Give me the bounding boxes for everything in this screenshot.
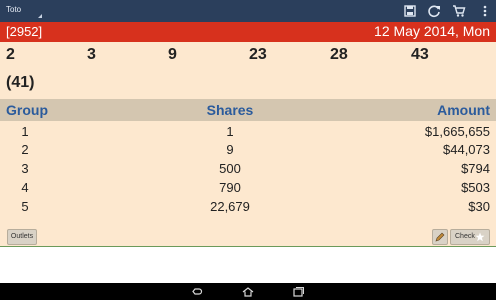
edit-button[interactable]: [432, 229, 448, 245]
cell-group: 3: [21, 161, 29, 176]
table-row: 3 500 $794: [0, 160, 496, 178]
draw-date: 12 May 2014, Mon: [374, 23, 490, 39]
check-button-label: Check: [455, 233, 475, 240]
cell-amount: $1,665,655: [424, 124, 490, 139]
pencil-icon: [435, 232, 445, 242]
header-amount: Amount: [437, 102, 490, 118]
check-button[interactable]: Check: [450, 229, 490, 245]
cell-group: 1: [21, 124, 29, 139]
table-row: 4 790 $503: [0, 179, 496, 197]
header-group: Group: [6, 102, 48, 118]
divider: [0, 246, 496, 247]
action-bar: [0, 0, 496, 22]
cell-shares: 9: [226, 142, 234, 157]
app-title[interactable]: Toto: [6, 5, 21, 14]
draw-number: [2952]: [6, 24, 43, 39]
cell-shares: 790: [219, 180, 241, 195]
cell-shares: 500: [219, 161, 241, 176]
table-row: 5 22,679 $30: [0, 198, 496, 216]
winning-number: 3: [87, 46, 96, 63]
refresh-icon[interactable]: [426, 3, 442, 19]
outlets-button[interactable]: Outlets: [7, 229, 37, 245]
table-row: 1 1 $1,665,655: [0, 123, 496, 141]
cell-shares: 1: [226, 124, 234, 139]
winning-number: 43: [411, 46, 429, 63]
cell-group: 4: [21, 180, 29, 195]
cell-amount: $30: [468, 199, 490, 214]
draw-info-bar: [2952] 12 May 2014, Mon: [0, 22, 496, 42]
table-row: 2 9 $44,073: [0, 141, 496, 159]
winning-number: 2: [6, 46, 15, 63]
recents-icon[interactable]: [291, 285, 305, 299]
winning-number: 28: [330, 46, 348, 63]
cart-icon[interactable]: [451, 3, 467, 19]
back-icon[interactable]: [190, 285, 204, 299]
star-icon: [475, 232, 485, 242]
save-icon[interactable]: [402, 3, 418, 19]
home-icon[interactable]: [241, 285, 255, 299]
cell-group: 5: [21, 199, 29, 214]
cell-group: 2: [21, 142, 29, 157]
spinner-dropdown-icon[interactable]: [38, 14, 42, 18]
cell-amount: $44,073: [443, 142, 490, 157]
cell-amount: $503: [461, 180, 490, 195]
cell-amount: $794: [461, 161, 490, 176]
header-shares: Shares: [206, 102, 254, 118]
winning-number: 9: [168, 46, 177, 63]
cell-shares: 22,679: [210, 199, 250, 214]
additional-number: (41): [6, 74, 35, 91]
overflow-menu-icon[interactable]: [477, 3, 493, 19]
winning-number: 23: [249, 46, 267, 63]
